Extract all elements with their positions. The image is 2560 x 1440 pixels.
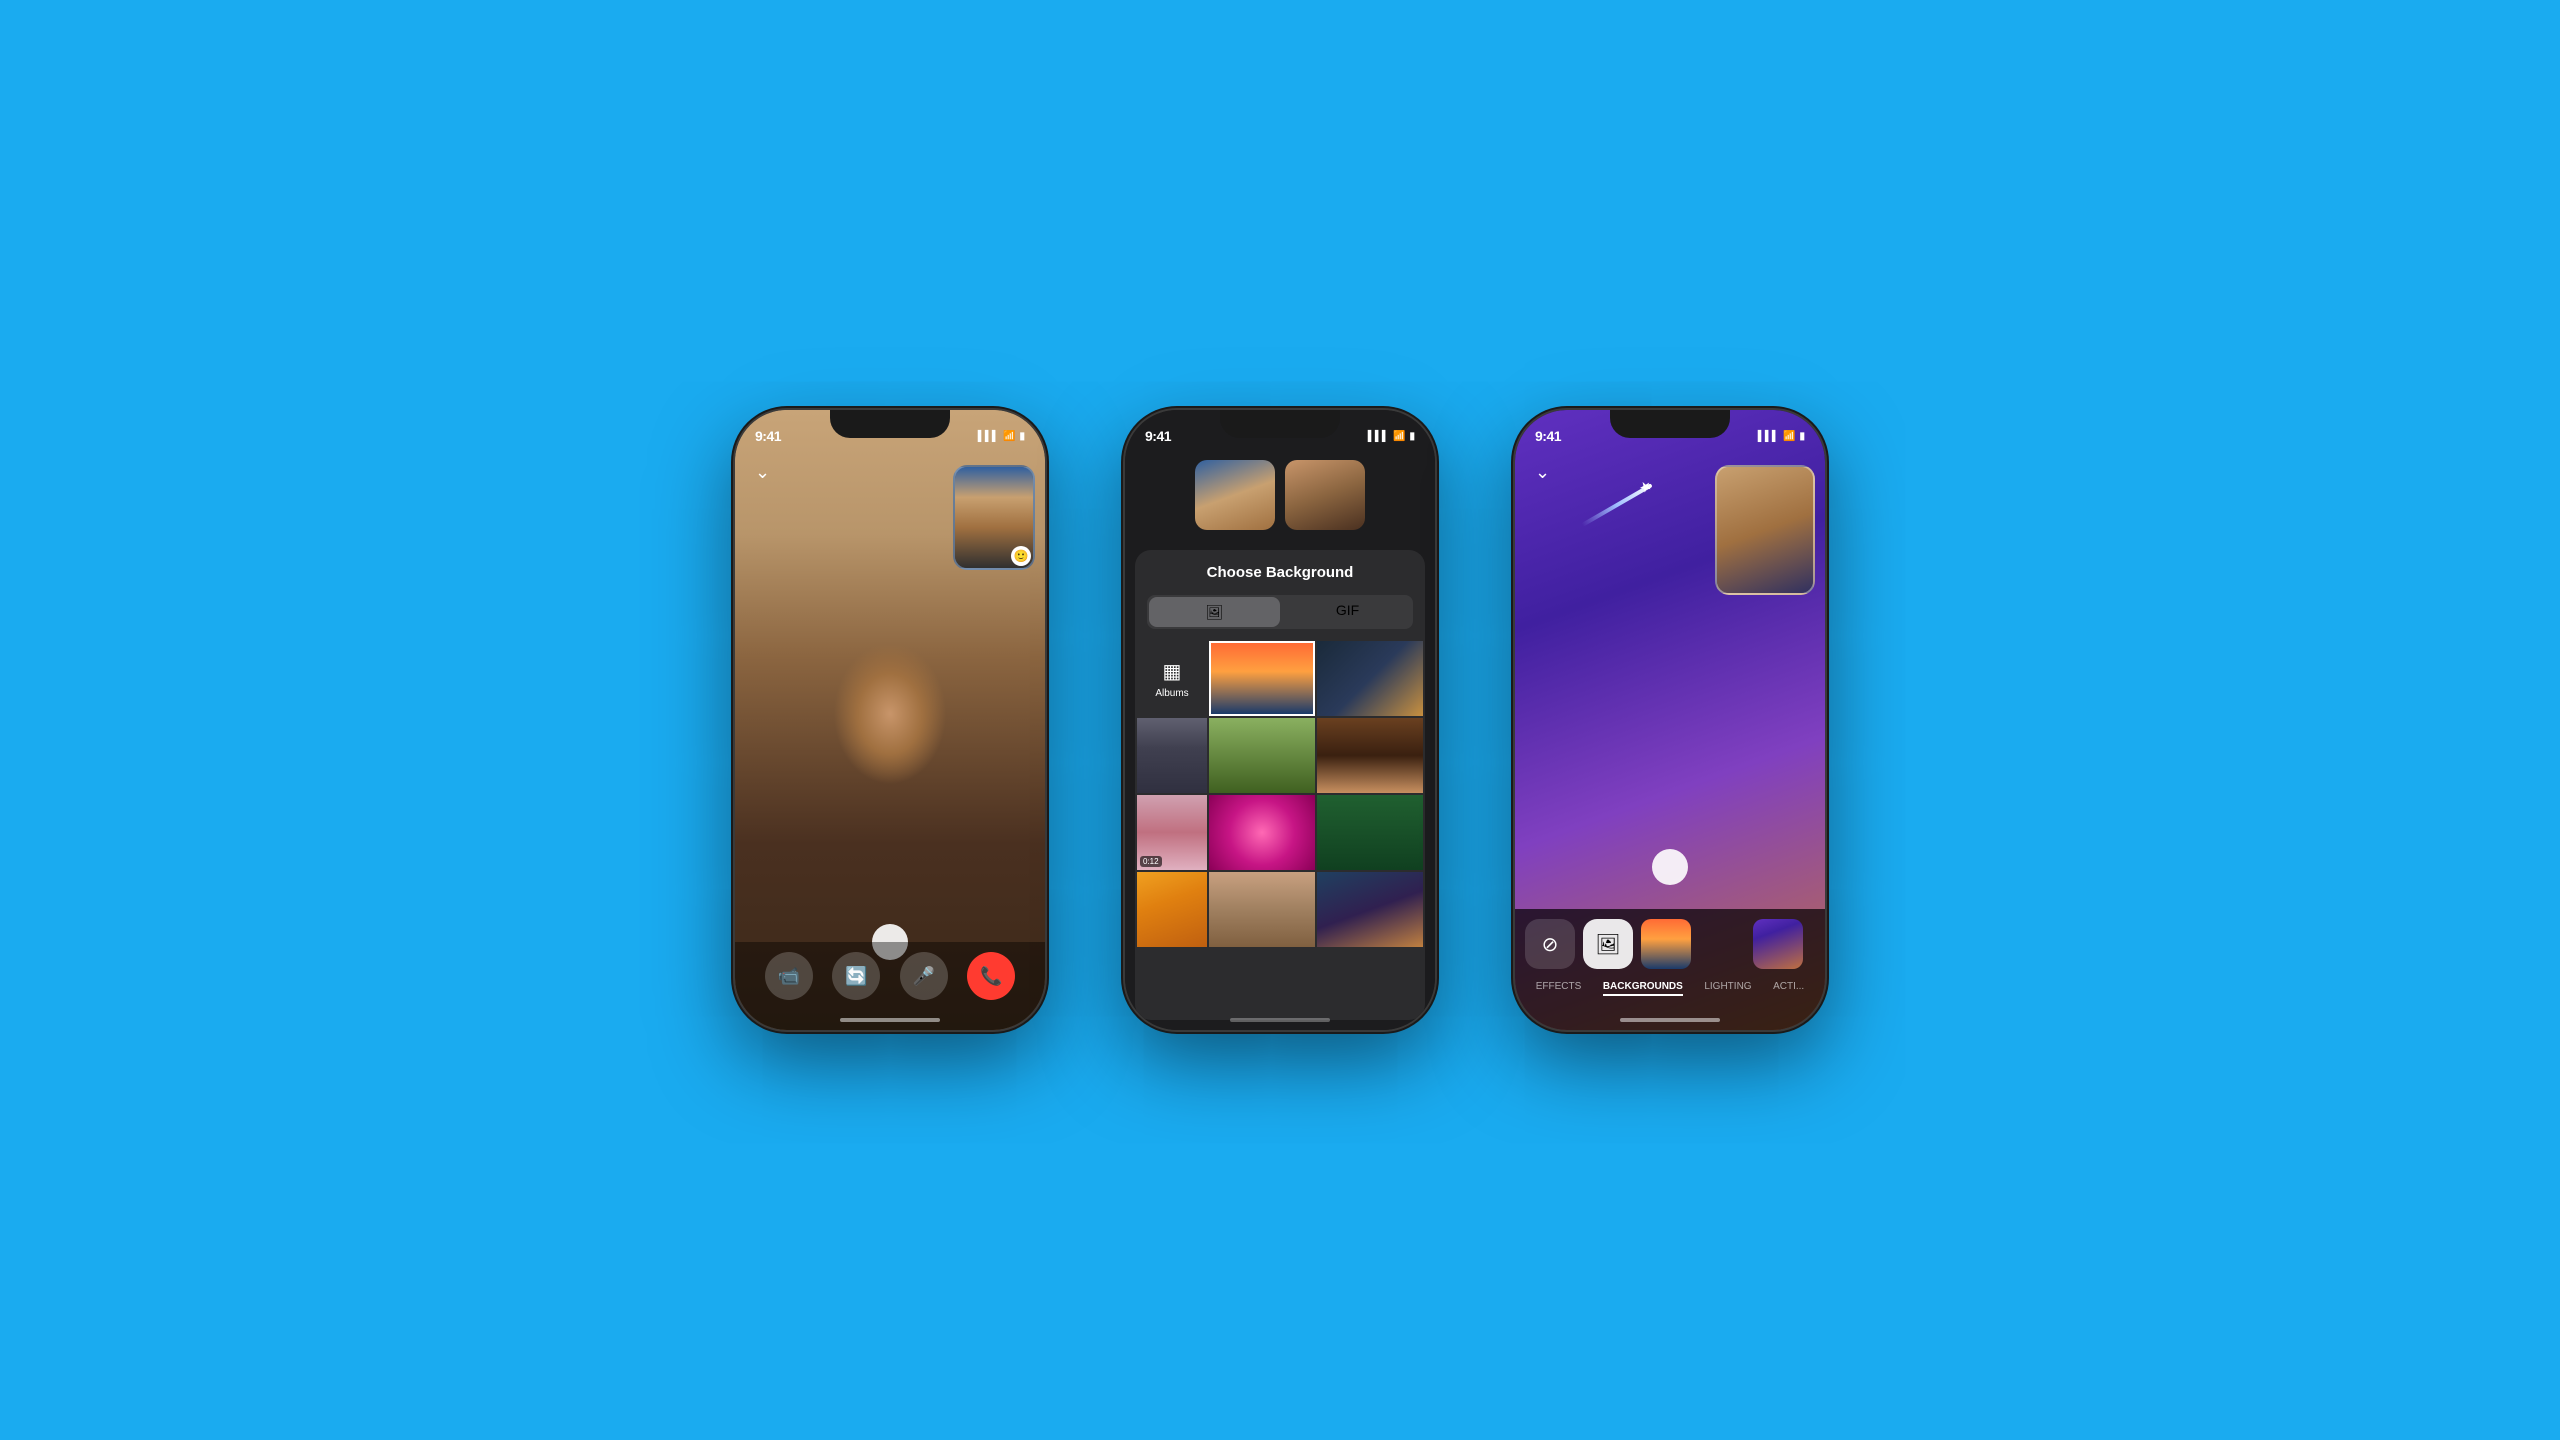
phone-1: 9:41 ▌▌▌ 📶 ▮ ⌄ 🙂 📹 — [735, 410, 1045, 1030]
status-icons-1: ▌▌▌ 📶 ▮ — [978, 431, 1025, 442]
photo-item-10[interactable] — [1209, 872, 1315, 947]
mute-button[interactable]: 🎤 — [900, 952, 948, 1000]
phone-3: 9:41 ▌▌▌ 📶 ▮ ⌄ ⊘ 🖼 — [1515, 410, 1825, 1030]
bg-thumb-1[interactable] — [1641, 919, 1691, 969]
no-effect-icon: ⊘ — [1542, 932, 1559, 957]
preview-thumb-2 — [1285, 460, 1365, 530]
photo-item-6[interactable]: 0:12 — [1137, 795, 1207, 870]
bg-thumb-3[interactable] — [1753, 919, 1803, 969]
photo-bg-button[interactable]: 🖼 — [1583, 919, 1633, 969]
time-3: 9:41 — [1535, 428, 1561, 444]
backgrounds-screen: 9:41 ▌▌▌ 📶 ▮ ⌄ ⊘ 🖼 — [1515, 410, 1825, 1030]
tab-gif[interactable]: GIF — [1282, 595, 1413, 625]
battery-icon-2: ▮ — [1409, 431, 1415, 442]
self-preview-face-3 — [1717, 467, 1813, 593]
notch-2 — [1220, 410, 1340, 438]
media-type-tabs: 🖼 GIF — [1147, 595, 1413, 629]
no-effect-button[interactable]: ⊘ — [1525, 919, 1575, 969]
status-icons-2: ▌▌▌ 📶 ▮ — [1368, 431, 1415, 442]
phone-1-screen: 9:41 ▌▌▌ 📶 ▮ ⌄ 🙂 📹 — [735, 410, 1045, 1030]
albums-label: Albums — [1155, 688, 1188, 699]
modal-title: Choose Background — [1135, 550, 1425, 595]
bottom-controls-3: ⊘ 🖼 EFFECTS BACKGROUNDS LIGHTING AC — [1515, 909, 1825, 1030]
phone-3-screen: 9:41 ▌▌▌ 📶 ▮ ⌄ ⊘ 🖼 — [1515, 410, 1825, 1030]
end-call-button[interactable]: 📞 — [967, 952, 1015, 1000]
controls-row-1: 📹 🔄 🎤 📞 — [755, 952, 1025, 1000]
status-icons-3: ▌▌▌ 📶 ▮ — [1758, 431, 1805, 442]
albums-cell[interactable]: ▦ Albums — [1137, 641, 1207, 716]
mic-indicator-3 — [1652, 849, 1688, 885]
bg-thumb-2[interactable] — [1697, 919, 1747, 969]
photos-icon: 🖼 — [1206, 604, 1224, 621]
gif-label: GIF — [1336, 602, 1359, 618]
bottom-tabs-bar: EFFECTS BACKGROUNDS LIGHTING ACTI... — [1525, 977, 1815, 1000]
self-preview-3 — [1715, 465, 1815, 595]
phone-2: 9:41 ▌▌▌ 📶 ▮ Choose Background 🖼 — [1125, 410, 1435, 1030]
albums-icon: ▦ — [1163, 659, 1182, 684]
signal-icon-3: ▌▌▌ — [1758, 431, 1779, 442]
tab-effects[interactable]: EFFECTS — [1536, 981, 1582, 996]
tab-lighting[interactable]: LIGHTING — [1704, 981, 1751, 996]
photo-item-7[interactable] — [1209, 795, 1315, 870]
tab-activities[interactable]: ACTI... — [1773, 981, 1804, 996]
video-call-bg: 9:41 ▌▌▌ 📶 ▮ ⌄ 🙂 📹 — [735, 410, 1045, 1030]
tab-photos[interactable]: 🖼 — [1149, 597, 1280, 627]
photo-item-5[interactable] — [1317, 718, 1423, 793]
home-indicator-1 — [840, 1018, 940, 1022]
signal-icon-1: ▌▌▌ — [978, 431, 999, 442]
battery-icon-3: ▮ — [1799, 431, 1805, 442]
photo-item-3[interactable] — [1137, 718, 1207, 793]
chevron-down-icon-3[interactable]: ⌄ — [1535, 462, 1550, 483]
end-call-icon: 📞 — [980, 966, 1002, 987]
notch-1 — [830, 410, 950, 438]
wifi-icon-2: 📶 — [1393, 431, 1405, 442]
chevron-down-icon-1[interactable]: ⌄ — [755, 462, 770, 483]
flip-icon: 🔄 — [845, 966, 867, 987]
flip-camera-button[interactable]: 🔄 — [832, 952, 880, 1000]
wifi-icon-1: 📶 — [1003, 431, 1015, 442]
video-duration-badge: 0:12 — [1140, 856, 1162, 867]
tab-backgrounds[interactable]: BACKGROUNDS — [1603, 981, 1683, 996]
home-indicator-3 — [1620, 1018, 1720, 1022]
photo-item-11[interactable] — [1317, 872, 1423, 947]
battery-icon-1: ▮ — [1019, 431, 1025, 442]
photo-item-8[interactable] — [1317, 795, 1423, 870]
choose-bg-screen: 9:41 ▌▌▌ 📶 ▮ Choose Background 🖼 — [1125, 410, 1435, 1030]
home-indicator-2 — [1230, 1018, 1330, 1022]
mic-icon: 🎤 — [913, 966, 935, 987]
photo-item-4[interactable] — [1209, 718, 1315, 793]
preview-thumb-1 — [1195, 460, 1275, 530]
phone-2-screen: 9:41 ▌▌▌ 📶 ▮ Choose Background 🖼 — [1125, 410, 1435, 1030]
photo-item-2[interactable] — [1317, 641, 1423, 716]
shooting-star — [1581, 483, 1652, 526]
time-1: 9:41 — [755, 428, 781, 444]
photo-item-1[interactable] — [1209, 641, 1315, 716]
signal-icon-2: ▌▌▌ — [1368, 431, 1389, 442]
call-controls-1: 📹 🔄 🎤 📞 — [735, 942, 1045, 1030]
notch-3 — [1610, 410, 1730, 438]
background-thumbnails — [1641, 919, 1803, 969]
photo-grid: ▦ Albums 0:12 — [1135, 639, 1425, 949]
effect-icons-row: ⊘ 🖼 — [1525, 919, 1815, 969]
time-2: 9:41 — [1145, 428, 1171, 444]
self-preview-1: 🙂 — [953, 465, 1035, 570]
emoji-badge-1: 🙂 — [1011, 546, 1031, 566]
top-previews — [1125, 460, 1435, 530]
photo-bg-icon: 🖼 — [1595, 932, 1620, 957]
video-icon: 📹 — [778, 966, 800, 987]
wifi-icon-3: 📶 — [1783, 431, 1795, 442]
choose-background-modal: Choose Background 🖼 GIF ▦ Albums — [1135, 550, 1425, 1020]
video-toggle-button[interactable]: 📹 — [765, 952, 813, 1000]
photo-item-9[interactable] — [1137, 872, 1207, 947]
